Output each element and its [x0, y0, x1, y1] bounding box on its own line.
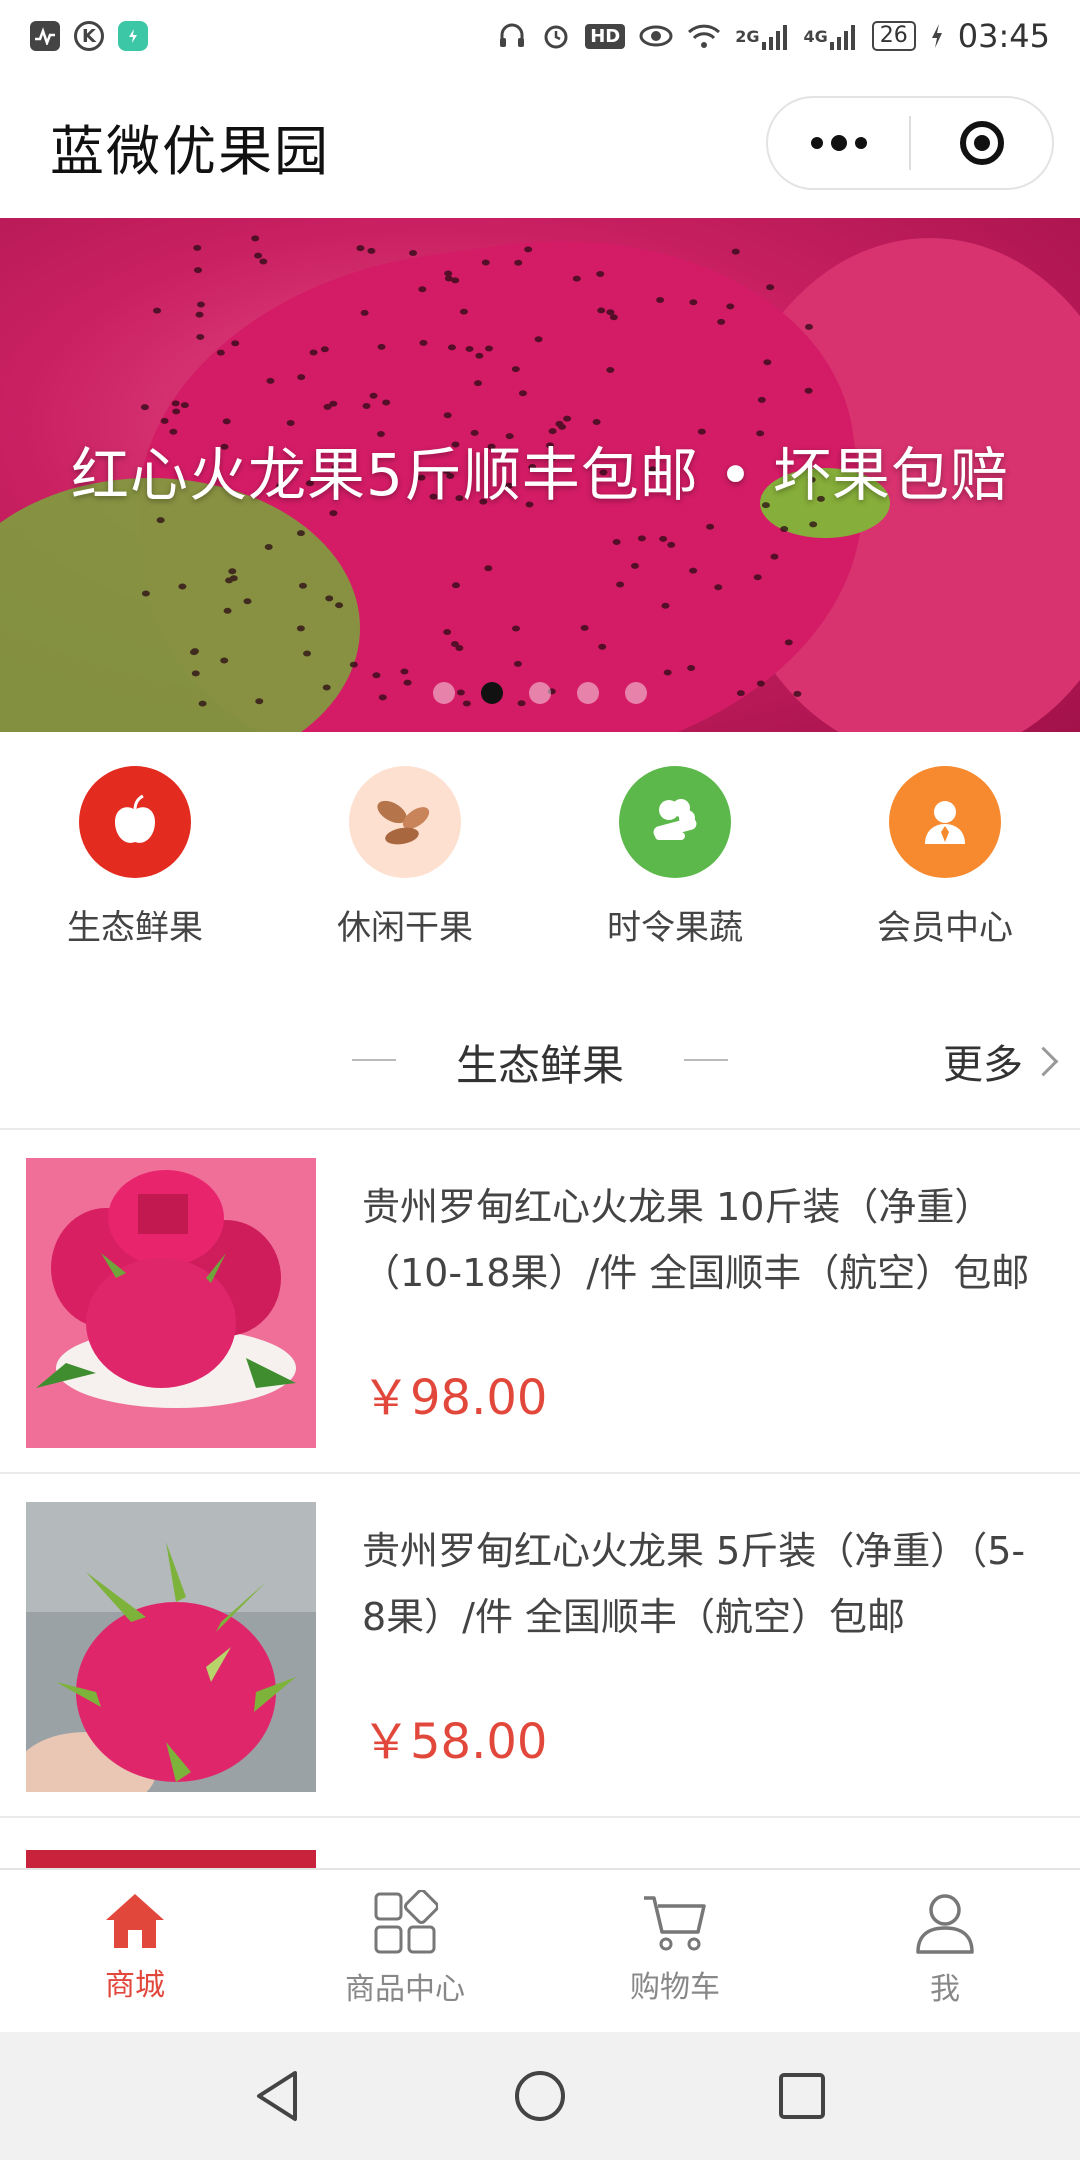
system-nav-bar	[0, 2032, 1080, 2160]
product-item[interactable]: 贵州罗甸红心火龙果 10斤装（净重）（10-18果）/件 全国顺丰（航空）包邮 …	[0, 1130, 1080, 1474]
shield-icon	[118, 21, 148, 51]
category-member-center[interactable]: 会员中心	[810, 732, 1080, 962]
banner-caption: 红心火龙果5斤顺丰包邮 • 坏果包赔	[71, 441, 1009, 509]
vegetable-icon	[619, 766, 731, 878]
indicator-dot-active[interactable]	[481, 682, 503, 704]
tab-bar: 商城 商品中心 购物车 我	[0, 1868, 1080, 2034]
more-dots-icon	[810, 135, 867, 151]
member-icon	[889, 766, 1001, 878]
wifi-icon	[687, 22, 721, 50]
tab-label: 商城	[105, 1968, 165, 2003]
grid-icon	[374, 1890, 438, 1954]
recents-icon[interactable]	[777, 2071, 827, 2121]
indicator-dot[interactable]	[529, 682, 551, 704]
category-seasonal-produce[interactable]: 时令果蔬	[540, 732, 810, 962]
category-nav: 生态鲜果 休闲干果 时令果蔬 会员中心	[0, 732, 1080, 962]
category-label: 休闲干果	[337, 908, 473, 948]
product-item[interactable]: 贵州罗甸红心火龙果 5斤装（净重）（5-8果）/件 全国顺丰（航空）包邮 ￥58…	[0, 1474, 1080, 1818]
section-header: 生态鲜果 更多	[0, 990, 1080, 1130]
almond-icon	[349, 766, 461, 878]
home-icon	[106, 1894, 164, 1948]
category-label: 生态鲜果	[67, 908, 203, 948]
mini-program-capsule	[766, 96, 1054, 190]
product-price: ￥58.00	[362, 1714, 548, 1770]
eye-icon	[639, 24, 673, 48]
k-app-icon: K	[74, 21, 104, 51]
apple-icon	[79, 766, 191, 878]
clock: 03:45	[957, 17, 1050, 55]
product-image[interactable]	[26, 1502, 316, 1792]
chevron-right-icon	[1028, 1046, 1059, 1076]
target-icon	[959, 121, 1004, 165]
product-title[interactable]: 贵州罗甸红心火龙果 5斤装（净重）（5-8果）/件 全国顺丰（航空）包邮	[362, 1518, 1032, 1650]
headset-icon	[497, 21, 527, 51]
battery-indicator: 26	[871, 21, 916, 51]
home-circle-icon[interactable]	[513, 2069, 567, 2123]
category-label: 时令果蔬	[607, 908, 743, 948]
tab-cart[interactable]: 购物车	[540, 1870, 810, 2034]
divider-line-right	[684, 1059, 728, 1061]
page-title: 蓝微优果园	[50, 119, 330, 183]
promo-banner[interactable]: 红心火龙果5斤顺丰包邮 • 坏果包赔	[0, 218, 1080, 732]
category-label: 会员中心	[877, 908, 1013, 948]
signal-4g-icon: 4G	[804, 22, 858, 50]
indicator-dot[interactable]	[625, 682, 647, 704]
activity-icon	[30, 21, 60, 51]
tab-mall[interactable]: 商城	[0, 1870, 270, 2034]
charging-icon	[930, 23, 944, 49]
hd-icon: HD	[585, 23, 626, 49]
more-label: 更多	[943, 1042, 1023, 1088]
user-icon	[916, 1894, 974, 1954]
tab-me[interactable]: 我	[810, 1870, 1080, 2034]
alarm-icon	[541, 21, 571, 51]
banner-indicators	[0, 682, 1080, 704]
close-mini-program-button[interactable]	[911, 98, 1052, 188]
category-dried-fruit[interactable]: 休闲干果	[270, 732, 540, 962]
product-title[interactable]: 贵州罗甸红心火龙果 10斤装（净重）（10-18果）/件 全国顺丰（航空）包邮	[362, 1174, 1032, 1306]
signal-2g-label: 2G	[735, 26, 760, 46]
back-icon[interactable]	[253, 2069, 303, 2123]
product-image-partial[interactable]	[26, 1850, 316, 1868]
status-right: HD 2G 4G 26 03:45	[497, 17, 1050, 55]
product-price: ￥98.00	[362, 1370, 548, 1426]
category-fresh-fruit[interactable]: 生态鲜果	[0, 732, 270, 962]
status-bar: K HD 2G 4G 26 03:45	[0, 0, 1080, 72]
signal-4g-label: 4G	[803, 26, 828, 46]
tab-products[interactable]: 商品中心	[270, 1870, 540, 2034]
tab-label: 商品中心	[345, 1972, 465, 2007]
section-title: 生态鲜果	[455, 1041, 624, 1090]
tab-label: 我	[930, 1972, 960, 2007]
indicator-dot[interactable]	[577, 682, 599, 704]
indicator-dot[interactable]	[433, 682, 455, 704]
signal-2g-icon: 2G	[735, 22, 789, 50]
status-left: K	[30, 21, 148, 51]
product-image[interactable]	[26, 1158, 316, 1448]
nav-bar: 蓝微优果园	[0, 72, 1080, 220]
more-link[interactable]: 更多	[943, 1032, 1059, 1090]
cart-icon	[644, 1896, 706, 1951]
more-menu-button[interactable]	[768, 98, 909, 188]
tab-label: 购物车	[630, 1970, 720, 2005]
